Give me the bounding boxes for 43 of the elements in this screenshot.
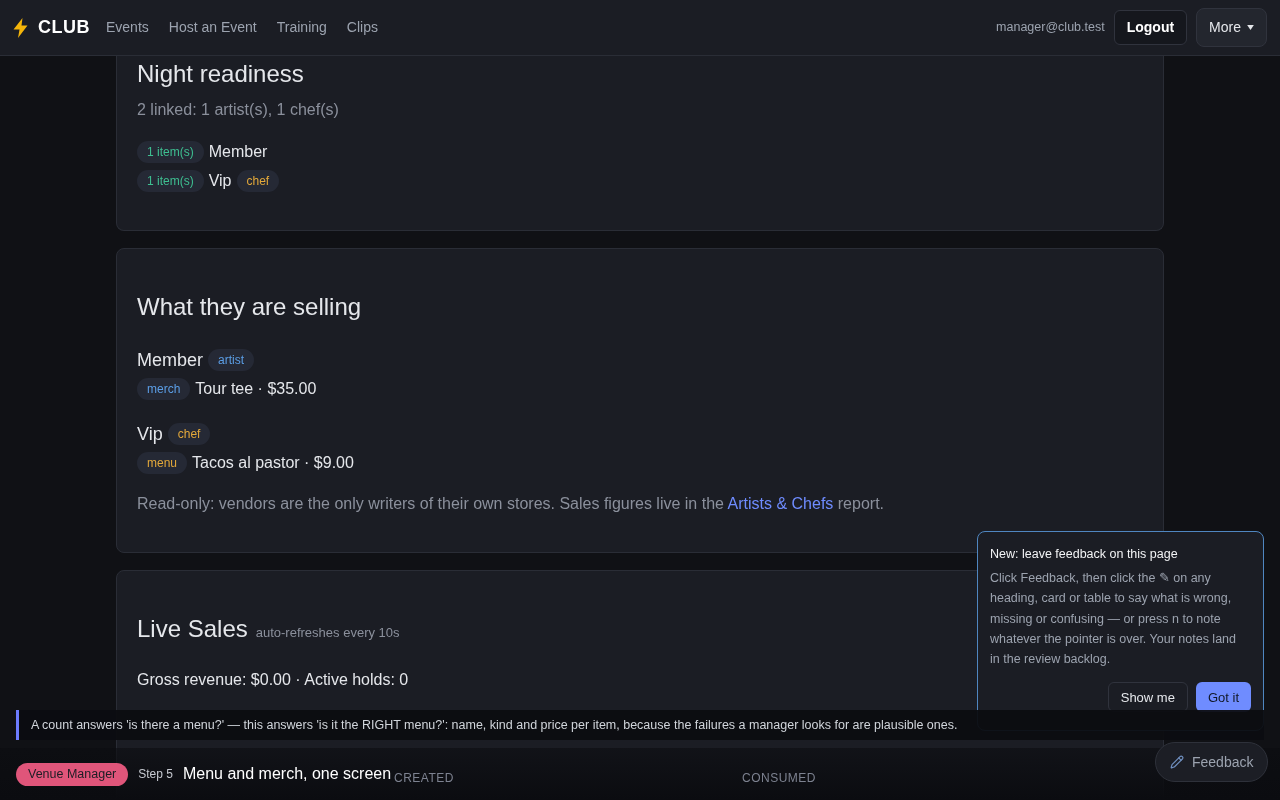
refresh-note: auto-refreshes every 10s <box>255 624 400 642</box>
popover-title: New: leave feedback on this page <box>990 546 1179 563</box>
vendor-name: Member <box>137 348 203 372</box>
tip-text: A count answers 'is there a menu?' — this answers 'is it the RIGHT menu?': name, kind and price per item, because the failures a manager looks for are plausible ones. <box>31 716 958 734</box>
count-badge: 1 item(s) <box>137 141 204 163</box>
show-me-button[interactable]: Show me <box>1107 682 1188 713</box>
revenue-summary: Gross revenue: $0.00 · Active holds: 0 <box>137 670 410 690</box>
user-email: manager@club.test <box>996 19 1105 37</box>
vendor-name: Member <box>208 142 268 162</box>
vendor-name: Vip <box>208 171 232 191</box>
summary-text: 2 linked: 1 artist(s), 1 chef(s) <box>137 100 340 120</box>
column-header: CREATED <box>394 770 455 786</box>
logout-button[interactable]: Logout <box>1113 10 1188 45</box>
got-it-button[interactable]: Got it <box>1195 682 1251 713</box>
item-kind-tag: merch <box>137 378 191 400</box>
step-title: Menu and merch, one screen <box>182 764 392 784</box>
brand-name: CLUB <box>38 16 90 39</box>
more-button[interactable]: More <box>1196 8 1267 47</box>
report-link[interactable]: Artists & Chefs <box>727 495 834 512</box>
nav-link[interactable]: Events <box>106 17 149 38</box>
popover-text: Click Feedback, then click the ✎ on any heading, card or table to say what is wrong, missing or confusing — or press n to note whatever the pointer is over. Your notes land in the review backlog. <box>990 570 1237 669</box>
step-label: Step 5 <box>138 766 173 783</box>
item-kind-tag: menu <box>137 452 188 474</box>
role-tag: chef <box>167 423 211 445</box>
nav-link[interactable]: Host an Event <box>168 17 257 38</box>
read-only-note: Read-only: vendors are the only writers of their own stores. Sales figures live in the Artists & Chefs report. <box>137 494 885 514</box>
lightning-bolt-icon <box>13 17 28 38</box>
item-text: Tacos al pastor · $9.00 <box>192 453 354 473</box>
nav-link[interactable]: Training <box>276 17 327 38</box>
nav-link[interactable]: Clips <box>346 17 378 38</box>
role-badge: Venue Manager <box>16 762 129 786</box>
section-title: Night readiness <box>137 59 305 89</box>
role-tag: chef <box>236 170 280 192</box>
section-title: Live Sales <box>137 614 248 644</box>
feedback-button[interactable]: Feedback <box>1155 742 1269 782</box>
pencil-icon <box>1170 755 1184 769</box>
section-title: What they are selling <box>137 292 363 322</box>
vendor-name: Vip <box>137 422 163 446</box>
item-text: Tour tee · $35.00 <box>195 379 317 399</box>
count-badge: 1 item(s) <box>137 170 204 192</box>
role-tag: artist <box>208 349 255 371</box>
column-header: CONSUMED <box>742 770 817 786</box>
caret-icon <box>1247 25 1254 30</box>
